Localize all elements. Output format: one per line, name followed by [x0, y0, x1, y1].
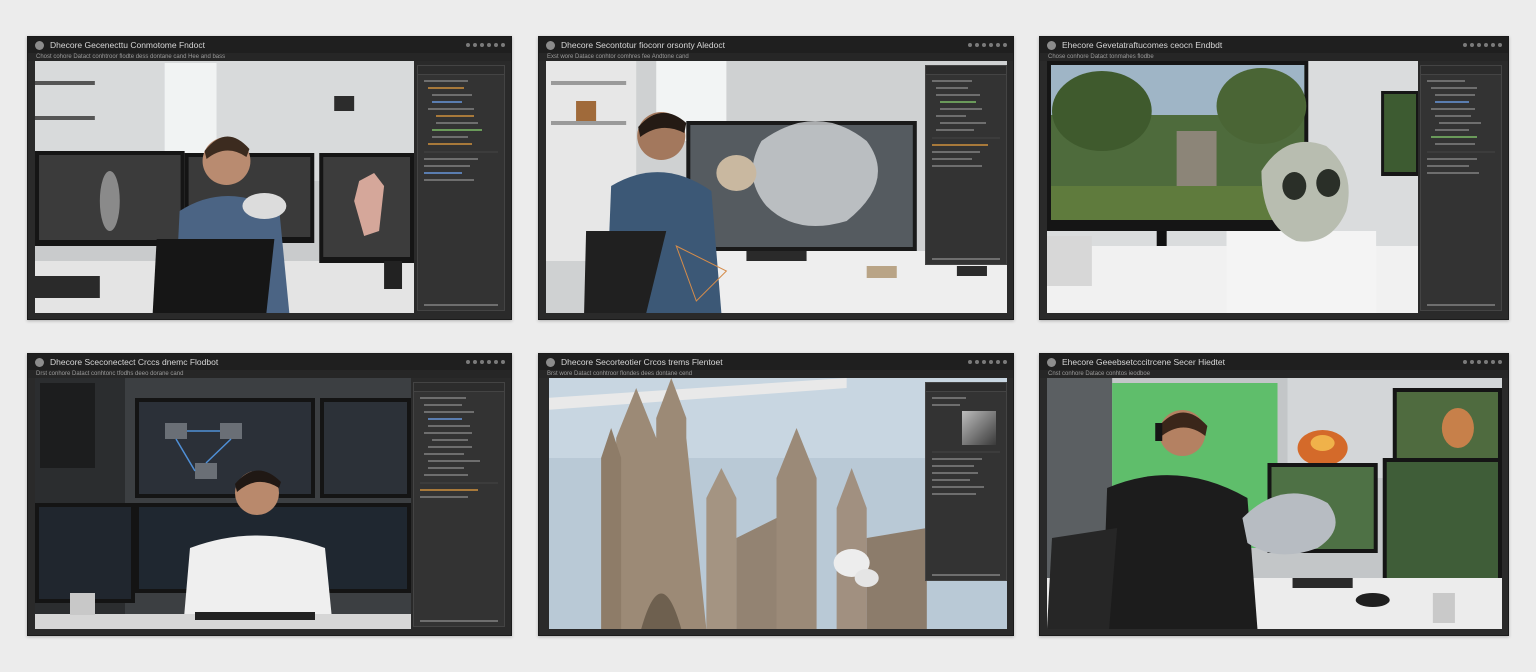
app-logo-icon — [35, 357, 44, 367]
motion-capture-scene — [1047, 378, 1502, 629]
title-bar: Ehecore Geeebsetcccitrcene Secer Hiedtet — [1040, 354, 1508, 370]
app-window-3[interactable]: Ehecore Gevetatraftucomes ceocn Endbdt C… — [1039, 36, 1509, 320]
window-title: Ehecore Gevetatraftucomes ceocn Endbdt — [1062, 40, 1223, 50]
app-window-1[interactable]: Dhecore Gecenecttu Conmotome Fndoct Chos… — [27, 36, 512, 320]
title-bar: Ehecore Gevetatraftucomes ceocn Endbdt — [1040, 37, 1508, 53]
window-controls[interactable] — [968, 360, 1007, 364]
viewport[interactable] — [35, 378, 411, 629]
menu-bar[interactable]: Drst conhore Datact conhtonc tfodhs deeo… — [28, 370, 511, 378]
studio-photo-scene — [35, 378, 411, 629]
outliner-panel[interactable] — [417, 65, 505, 311]
app-logo-icon — [1047, 40, 1056, 50]
window-title: Dhecore Secorteotier Crcos trems Flentoe… — [561, 357, 723, 367]
window-title: Dhecore Secontotur fioconr orsonty Aledo… — [561, 40, 725, 50]
studio-photo-scene — [1047, 61, 1418, 313]
viewport[interactable] — [1047, 61, 1418, 313]
window-controls[interactable] — [1463, 360, 1502, 364]
window-controls[interactable] — [968, 43, 1007, 47]
title-bar: Dhecore Sceconectect Crccs dnemc Flodbot — [28, 354, 511, 370]
node-properties-panel[interactable] — [413, 382, 505, 627]
title-bar: Dhecore Secontotur fioconr orsonty Aledo… — [539, 37, 1013, 53]
app-logo-icon — [35, 40, 44, 50]
app-window-5[interactable]: Dhecore Secorteotier Crcos trems Flentoe… — [538, 353, 1014, 636]
app-logo-icon — [1047, 357, 1056, 367]
title-bar: Dhecore Secorteotier Crcos trems Flentoe… — [539, 354, 1013, 370]
window-title: Dhecore Gecenecttu Conmotome Fndoct — [50, 40, 205, 50]
menu-bar[interactable]: Exst wore Datace conhtor comhres fee And… — [539, 53, 1013, 61]
scene-hierarchy-panel[interactable] — [1420, 65, 1502, 311]
app-logo-icon — [546, 40, 555, 50]
app-window-2[interactable]: Dhecore Secontotur fioconr orsonty Aledo… — [538, 36, 1014, 320]
material-editor-panel[interactable] — [925, 382, 1007, 581]
app-logo-icon — [546, 357, 555, 367]
viewport[interactable] — [35, 61, 414, 313]
viewport[interactable] — [1047, 378, 1502, 629]
properties-panel[interactable] — [925, 65, 1007, 265]
preview-thumbnail — [962, 411, 996, 445]
menu-bar[interactable]: Chost cohore Datact conhtroor flodte des… — [28, 53, 511, 61]
window-title: Ehecore Geeebsetcccitrcene Secer Hiedtet — [1062, 357, 1226, 367]
menu-bar[interactable]: Cnst conhore Datace conhtos ieodboe — [1040, 370, 1508, 378]
window-controls[interactable] — [466, 360, 505, 364]
app-window-6[interactable]: Ehecore Geeebsetcccitrcene Secer Hiedtet… — [1039, 353, 1509, 636]
studio-photo-scene — [35, 61, 414, 313]
window-controls[interactable] — [1463, 43, 1502, 47]
window-title: Dhecore Sceconectect Crccs dnemc Flodbot — [50, 357, 219, 367]
menu-bar[interactable]: Chose conhore Datact tonmahes flodbe — [1040, 53, 1508, 61]
menu-bar[interactable]: Brst wore Datact conhtroor flondes dees … — [539, 370, 1013, 378]
app-window-4[interactable]: Dhecore Sceconectect Crccs dnemc Flodbot… — [27, 353, 512, 636]
title-bar: Dhecore Gecenecttu Conmotome Fndoct — [28, 37, 511, 53]
window-controls[interactable] — [466, 43, 505, 47]
